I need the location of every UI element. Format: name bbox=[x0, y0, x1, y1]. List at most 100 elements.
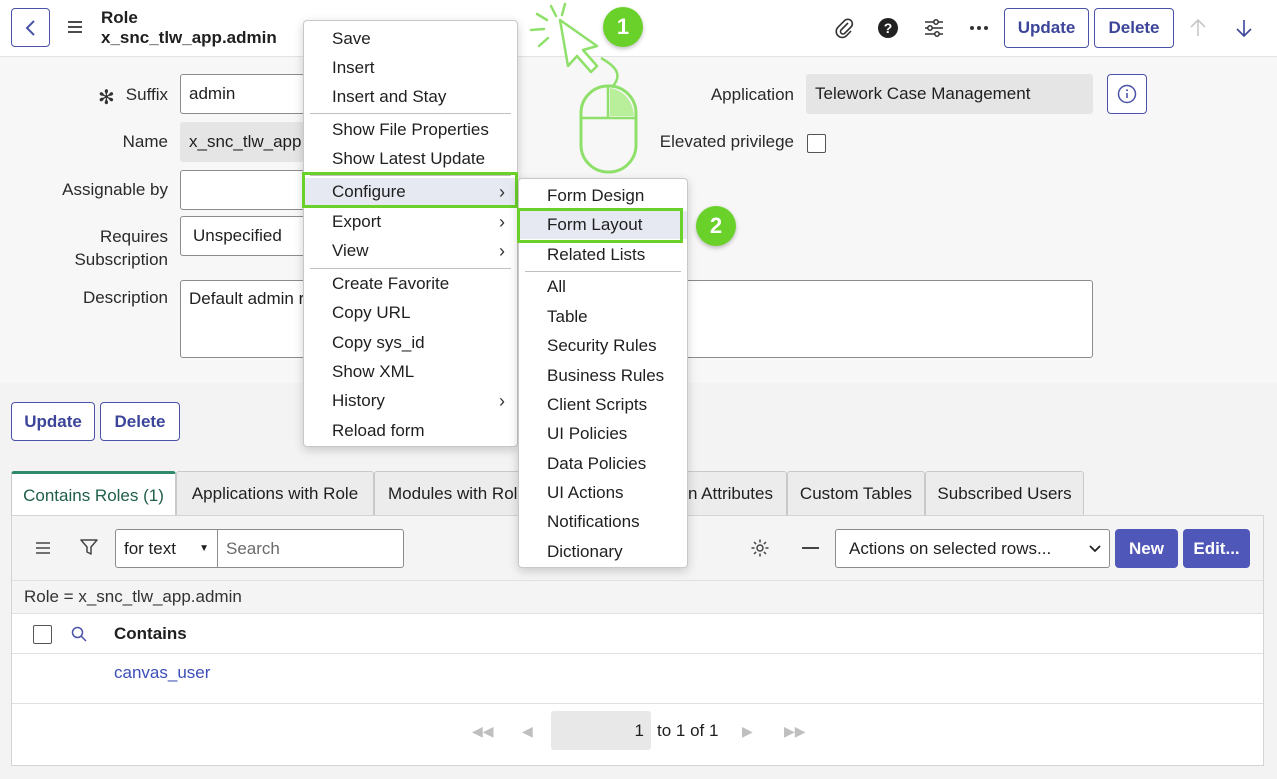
list-header-row bbox=[12, 614, 1263, 654]
submenu-item-data-policies[interactable]: Data Policies bbox=[519, 450, 687, 478]
arrow-up-icon[interactable] bbox=[1186, 16, 1210, 40]
menu-item-insert[interactable]: Insert bbox=[304, 54, 517, 82]
edit-button[interactable]: Edit... bbox=[1183, 529, 1250, 568]
submenu-item-ui-actions[interactable]: UI Actions bbox=[519, 479, 687, 507]
elevated-privilege-label: Elevated privilege bbox=[659, 132, 794, 151]
gear-icon[interactable] bbox=[750, 538, 770, 563]
menu-item-history-label: History bbox=[332, 391, 385, 410]
back-button[interactable] bbox=[11, 8, 50, 47]
menu-item-reload-form[interactable]: Reload form bbox=[304, 417, 517, 445]
tab-modules-with-role[interactable]: Modules with Rol bbox=[374, 471, 524, 515]
assignable-by-input[interactable] bbox=[180, 170, 305, 210]
arrow-down-icon[interactable] bbox=[1232, 16, 1256, 40]
search-icon[interactable] bbox=[71, 626, 87, 647]
help-icon[interactable]: ? bbox=[876, 16, 900, 40]
requires-label-line1: Requires bbox=[99, 227, 168, 246]
name-label: Name bbox=[122, 132, 168, 151]
application-label: Application bbox=[710, 85, 794, 104]
context-menu-icon[interactable] bbox=[66, 18, 84, 36]
submenu-item-ui-policies[interactable]: UI Policies bbox=[519, 420, 687, 448]
menu-item-insert-and-stay[interactable]: Insert and Stay bbox=[304, 83, 517, 111]
actions-select[interactable]: Actions on selected rows... bbox=[835, 529, 1110, 568]
submenu-item-security-rules[interactable]: Security Rules bbox=[519, 332, 687, 360]
submenu-item-business-rules[interactable]: Business Rules bbox=[519, 362, 687, 390]
search-field-value: for text bbox=[124, 538, 176, 558]
mandatory-asterisk-icon: ✻ bbox=[98, 87, 115, 109]
info-icon bbox=[1117, 84, 1137, 104]
elevated-privilege-checkbox[interactable] bbox=[807, 134, 826, 153]
submenu-item-all[interactable]: All bbox=[519, 273, 687, 301]
page-title: Role bbox=[101, 8, 138, 27]
menu-item-copy-url[interactable]: Copy URL bbox=[304, 299, 517, 327]
search-field-select[interactable]: for text ▼ bbox=[115, 529, 218, 568]
assignable-by-label: Assignable by bbox=[62, 180, 168, 199]
prev-page-icon[interactable]: ◀ bbox=[522, 723, 533, 740]
menu-item-export[interactable]: Export › bbox=[304, 208, 517, 236]
tab-subscribed-users[interactable]: Subscribed Users bbox=[925, 471, 1084, 515]
chevron-down-icon bbox=[1089, 544, 1101, 552]
menu-item-export-label: Export bbox=[332, 212, 382, 231]
chevron-right-icon: › bbox=[499, 390, 505, 411]
tab-attributes[interactable]: n Attributes bbox=[686, 471, 787, 515]
list-menu-icon[interactable] bbox=[35, 540, 51, 560]
chevron-left-icon bbox=[25, 19, 35, 36]
tab-applications-with-role[interactable]: Applications with Role bbox=[176, 471, 374, 515]
submenu-item-notifications[interactable]: Notifications bbox=[519, 508, 687, 536]
tab-contains-roles[interactable]: Contains Roles (1) bbox=[11, 471, 176, 517]
search-input[interactable]: Search bbox=[217, 529, 404, 568]
new-button[interactable]: New bbox=[1115, 529, 1178, 568]
update-button[interactable]: Update bbox=[1004, 8, 1089, 48]
next-page-icon[interactable]: ▶ bbox=[742, 723, 753, 740]
tab-custom-tables[interactable]: Custom Tables bbox=[787, 471, 925, 515]
menu-item-save[interactable]: Save bbox=[304, 25, 517, 53]
submenu-item-related-lists[interactable]: Related Lists bbox=[519, 241, 687, 269]
caret-down-icon: ▼ bbox=[199, 543, 209, 554]
requires-subscription-select[interactable]: Unspecified bbox=[180, 216, 305, 256]
submenu-item-dictionary[interactable]: Dictionary bbox=[519, 538, 687, 566]
menu-item-show-file-properties[interactable]: Show File Properties bbox=[304, 116, 517, 144]
collapse-icon[interactable] bbox=[802, 547, 819, 549]
requires-subscription-label: Requires Subscription bbox=[40, 227, 168, 270]
filter-icon[interactable] bbox=[80, 538, 98, 561]
menu-item-show-xml[interactable]: Show XML bbox=[304, 358, 517, 386]
application-info-button[interactable] bbox=[1107, 74, 1147, 114]
bottom-update-button[interactable]: Update bbox=[11, 402, 95, 441]
select-all-checkbox[interactable] bbox=[33, 625, 52, 644]
menu-separator bbox=[310, 113, 511, 114]
submenu-item-client-scripts[interactable]: Client Scripts bbox=[519, 391, 687, 419]
svg-text:?: ? bbox=[884, 20, 893, 36]
last-page-icon[interactable]: ▶▶ bbox=[784, 723, 806, 740]
page-number-input[interactable]: 1 bbox=[551, 711, 651, 750]
step-2-badge: 2 bbox=[696, 206, 736, 246]
filter-breadcrumb[interactable]: Role = x_snc_tlw_app.admin bbox=[12, 580, 1263, 614]
description-label: Description bbox=[82, 288, 168, 307]
chevron-right-icon: › bbox=[499, 211, 505, 232]
menu-separator bbox=[525, 271, 681, 272]
record-name: x_snc_tlw_app.admin bbox=[101, 28, 277, 47]
menu-item-copy-sys-id[interactable]: Copy sys_id bbox=[304, 329, 517, 357]
settings-sliders-icon[interactable] bbox=[922, 16, 946, 40]
submenu-item-form-design[interactable]: Form Design bbox=[519, 182, 687, 210]
menu-item-show-latest-update[interactable]: Show Latest Update bbox=[304, 145, 517, 173]
column-header-contains[interactable]: Contains bbox=[114, 624, 187, 644]
step-1-badge: 1 bbox=[603, 7, 643, 47]
page-range-text: to 1 of 1 bbox=[657, 721, 719, 740]
suffix-label: Suffix bbox=[125, 85, 168, 104]
bottom-delete-button[interactable]: Delete bbox=[100, 402, 180, 441]
submenu-item-table[interactable]: Table bbox=[519, 303, 687, 331]
menu-item-create-favorite[interactable]: Create Favorite bbox=[304, 270, 517, 298]
delete-button[interactable]: Delete bbox=[1094, 8, 1174, 48]
suffix-input[interactable]: admin bbox=[180, 74, 305, 114]
more-options-icon[interactable] bbox=[967, 16, 991, 40]
configure-highlight bbox=[302, 172, 518, 208]
requires-label-line2: Subscription bbox=[74, 250, 168, 269]
row-link-contains[interactable]: canvas_user bbox=[114, 663, 210, 683]
actions-select-value: Actions on selected rows... bbox=[849, 538, 1052, 558]
menu-item-view[interactable]: View › bbox=[304, 237, 517, 265]
first-page-icon[interactable]: ◀◀ bbox=[472, 723, 494, 740]
form-layout-highlight bbox=[517, 208, 683, 243]
menu-item-history[interactable]: History › bbox=[304, 387, 517, 415]
application-field: Telework Case Management bbox=[806, 74, 1093, 114]
attachment-icon[interactable] bbox=[832, 16, 856, 40]
menu-separator bbox=[310, 268, 511, 269]
